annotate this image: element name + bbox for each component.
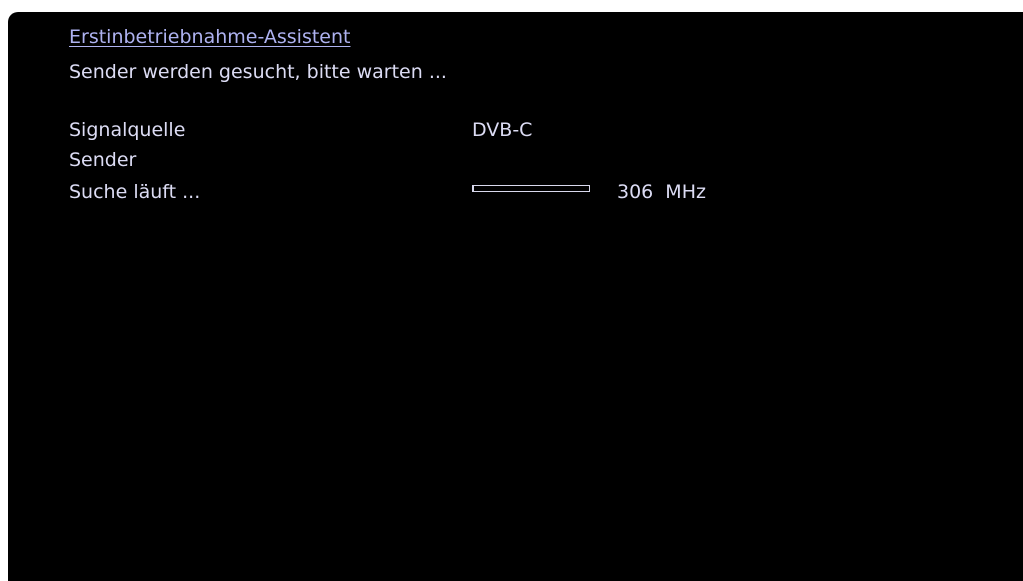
stations-label: Sender — [69, 149, 137, 171]
search-progress-bar — [472, 185, 590, 192]
status-message: Sender werden gesucht, bitte warten ... — [69, 61, 447, 83]
tv-screen: Erstinbetriebnahme-Assistent Sender werd… — [8, 12, 1023, 581]
signal-source-value: DVB-C — [472, 119, 533, 141]
signal-source-label: Signalquelle — [69, 119, 186, 141]
search-running-label: Suche läuft ... — [69, 181, 201, 203]
wizard-title: Erstinbetriebnahme-Assistent — [69, 26, 351, 48]
frequency-readout: 306 MHz — [617, 181, 706, 203]
